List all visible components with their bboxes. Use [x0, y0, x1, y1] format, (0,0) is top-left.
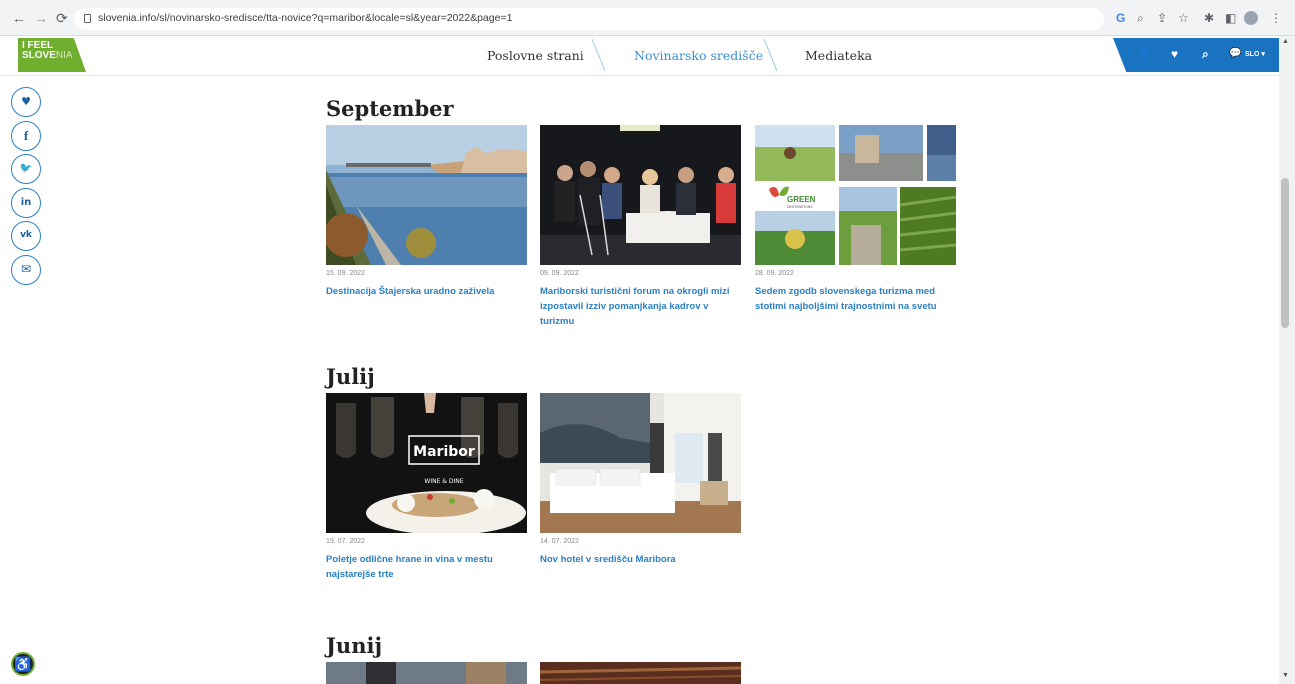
nav-mediateka[interactable]: Mediateka — [805, 48, 872, 63]
nav-divider — [763, 39, 778, 71]
article-photo-partial — [540, 662, 741, 684]
article-image[interactable] — [540, 662, 741, 684]
article-date: 09. 09. 2022 — [540, 270, 579, 277]
browser-toolbar: ← → ⟳ slovenia.info/sl/novinarsko-sredis… — [0, 0, 1295, 36]
logo-love: LOVE — [28, 50, 56, 61]
month-heading: Junij — [326, 633, 383, 658]
heart-icon[interactable]: ♥ — [1171, 48, 1178, 60]
green-destinations-subtext: DESTINATIONS — [787, 205, 813, 209]
article-photo-partial — [326, 662, 527, 684]
logo-s: S — [22, 50, 29, 61]
reload-icon[interactable]: ⟳ — [56, 11, 68, 25]
forum-panel-photo — [540, 125, 741, 265]
vk-share-button[interactable]: vk — [11, 221, 41, 251]
url-text[interactable]: slovenia.info/sl/novinarsko-sredisce/tta… — [98, 12, 512, 24]
twitter-icon: 🐦 — [19, 163, 33, 174]
nav-poslovne-strani[interactable]: Poslovne strani — [487, 48, 584, 63]
article-image[interactable] — [326, 125, 527, 265]
linkedin-share-button[interactable]: in — [11, 188, 41, 218]
article-title-link[interactable]: Destinacija Štajerska uradno zaživela — [326, 284, 531, 299]
user-icon[interactable]: 👤 — [1139, 48, 1151, 60]
green-destinations-collage: GREEN DESTINATIONS — [755, 125, 956, 265]
chat-icon[interactable]: 💬 — [1229, 48, 1241, 60]
article-title-link[interactable]: Mariborski turistični forum na okrogli m… — [540, 284, 745, 329]
article-date: 19. 07. 2022 — [326, 538, 365, 545]
lock-icon — [84, 14, 91, 23]
nav-divider — [591, 39, 606, 71]
forward-arrow-icon[interactable]: → — [34, 11, 48, 25]
back-arrow-icon[interactable]: ← — [12, 11, 26, 25]
hotel-room-photo — [540, 393, 741, 533]
profile-avatar[interactable] — [1244, 11, 1258, 25]
article-image[interactable] — [540, 125, 741, 265]
extensions-icon[interactable]: ✱ — [1204, 11, 1214, 25]
scroll-up-arrow-icon[interactable]: ▲ — [1282, 38, 1289, 45]
email-share-button[interactable]: ✉ — [11, 255, 41, 285]
side-panel-icon[interactable]: ◧ — [1225, 11, 1236, 25]
green-destinations-text: GREEN — [787, 195, 816, 204]
article-image[interactable]: GREEN DESTINATIONS — [755, 125, 956, 265]
nav-novinarsko-sredisce[interactable]: Novinarsko središče — [634, 48, 763, 63]
vk-icon: vk — [20, 230, 32, 240]
maribor-wine-dine-photo: Maribor WINE & DINE — [326, 393, 527, 533]
article-title-link[interactable]: Nov hotel v središču Maribora — [540, 552, 745, 567]
logo-nia: NIA — [55, 50, 73, 61]
logo-text: I FEEL SLOVENIA — [22, 41, 73, 61]
bookmark-star-icon[interactable]: ☆ — [1178, 11, 1189, 25]
wine-dine-text: WINE & DINE — [424, 478, 463, 485]
search-icon[interactable]: ⌕ — [1202, 48, 1209, 60]
page-scrollbar[interactable]: ▲ ▼ — [1279, 36, 1295, 684]
google-lens-icon[interactable]: G — [1116, 11, 1125, 25]
logo-line-2: SLOVENIA — [22, 51, 73, 61]
maribor-brand-text: Maribor — [413, 444, 475, 460]
scroll-thumb[interactable] — [1281, 178, 1289, 328]
email-icon: ✉ — [20, 262, 32, 276]
heart-icon: ♥ — [21, 95, 31, 108]
article-date: 14. 07. 2022 — [540, 538, 579, 545]
browser-menu-icon[interactable]: ⋮ — [1270, 11, 1282, 25]
article-title-link[interactable]: Sedem zgodb slovenskega turizma med stot… — [755, 284, 960, 314]
article-image[interactable]: Maribor WINE & DINE — [326, 393, 527, 533]
month-heading: September — [326, 96, 454, 121]
linkedin-icon: in — [20, 197, 32, 208]
article-image[interactable] — [540, 393, 741, 533]
accessibility-button[interactable]: ♿ — [11, 652, 35, 676]
article-image[interactable] — [326, 662, 527, 684]
scroll-down-arrow-icon[interactable]: ▼ — [1282, 672, 1289, 679]
accessibility-icon: ♿ — [14, 656, 32, 672]
language-selector[interactable]: SLO ▾ — [1245, 50, 1265, 58]
month-heading: Julij — [326, 364, 375, 389]
site-header: I FEEL SLOVENIA Poslovne strani Novinars… — [0, 36, 1279, 76]
article-date: 28. 09. 2022 — [755, 270, 794, 277]
address-bar[interactable]: slovenia.info/sl/novinarsko-sredisce/tta… — [74, 8, 1104, 30]
article-title-link[interactable]: Poletje odlične hrane in vina v mestu na… — [326, 552, 531, 582]
zoom-icon[interactable]: ⌕ — [1137, 11, 1144, 25]
utility-bar: 👤 ♥ ⌕ 💬 SLO ▾ — [1113, 38, 1279, 72]
facebook-icon: f — [23, 128, 29, 143]
article-date: 15. 09. 2022 — [326, 270, 365, 277]
twitter-share-button[interactable]: 🐦 — [11, 154, 41, 184]
favorite-share-button[interactable]: ♥ — [11, 87, 41, 117]
i-feel-slovenia-logo[interactable]: I FEEL SLOVENIA — [18, 38, 86, 72]
facebook-share-button[interactable]: f — [11, 121, 41, 151]
share-icon[interactable]: ⇪ — [1157, 11, 1167, 25]
maribor-river-photo — [326, 125, 527, 265]
